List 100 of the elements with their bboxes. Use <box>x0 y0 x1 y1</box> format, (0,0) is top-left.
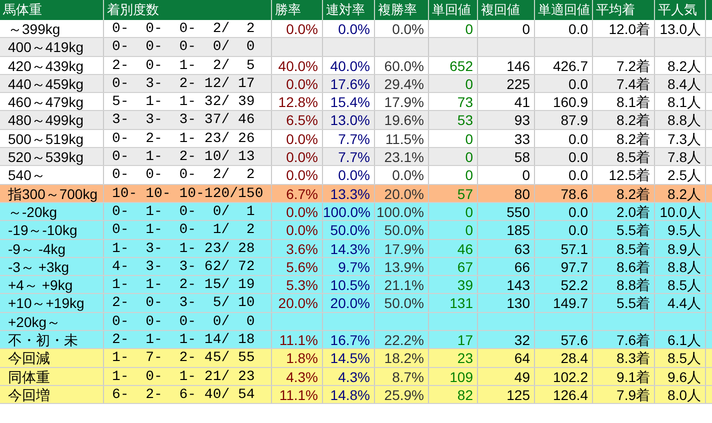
table-cell: 21.1% <box>375 276 429 294</box>
table-cell: 57.6 <box>535 331 593 348</box>
table-cell: 67 <box>429 258 478 276</box>
table-cell: 7.7% <box>323 130 375 148</box>
table-cell: 149.7 <box>535 294 593 312</box>
table-cell: 7.3人 <box>655 130 706 148</box>
table-cell: ～399kg <box>0 20 104 38</box>
table-cell: 16.7% <box>323 331 375 348</box>
table-cell: 0.0% <box>272 74 323 92</box>
table-cell: +10～+19kg <box>0 294 104 312</box>
table-cell: 500～519kg <box>0 130 104 148</box>
table-cell: 11.1% <box>272 331 323 348</box>
table-cell: 8.8人 <box>655 258 706 276</box>
table-cell: 0- 0- 0- 2/ 2 <box>104 20 272 38</box>
table-cell: 0.0 <box>535 130 593 148</box>
table-cell: 0- 0- 0- 0/ 0 <box>104 38 272 56</box>
table-cell: 8.2着 <box>593 130 655 148</box>
table-cell: 5.3% <box>272 276 323 294</box>
table-cell: 160.9 <box>535 93 593 110</box>
table-cell: 0.0% <box>272 166 323 184</box>
table-cell: 8.5人 <box>655 349 706 367</box>
table-cell: 15.4% <box>323 93 375 110</box>
table-cell: 23 <box>429 349 478 367</box>
table-cell: 5.6% <box>272 258 323 276</box>
table-cell: 2- 0- 1- 2/ 5 <box>104 56 272 74</box>
table-cell: 0.0% <box>272 202 323 220</box>
table-cell: 7.7% <box>323 148 375 166</box>
table-cell: 53 <box>429 111 478 129</box>
table-cell: 40.0% <box>272 56 323 74</box>
table-cell: -9～ -4kg <box>0 240 104 257</box>
table-cell: 2- 1- 1- 14/ 18 <box>104 331 272 348</box>
table-cell: 23.1% <box>375 148 429 166</box>
table-cell: 8.2人 <box>655 56 706 74</box>
table-cell: 今回増 <box>0 386 104 404</box>
table-cell: 1- 7- 2- 45/ 55 <box>104 349 272 367</box>
table-cell: 11.5% <box>375 130 429 148</box>
table-cell: 6.1人 <box>655 331 706 348</box>
table-cell: 100.0% <box>375 202 429 220</box>
table-cell: 8.8着 <box>593 276 655 294</box>
table-cell: 8.9人 <box>655 240 706 257</box>
table-cell: 3- 3- 3- 37/ 46 <box>104 111 272 129</box>
table-cell: 97.7 <box>535 258 593 276</box>
table-cell: 6.5% <box>272 111 323 129</box>
table-cell: 32 <box>478 331 535 348</box>
table-cell: 0- 1- 2- 10/ 13 <box>104 148 272 166</box>
table-cell: 1- 1- 2- 15/ 19 <box>104 276 272 294</box>
table-cell: 225 <box>478 74 535 92</box>
table-cell: 13.9% <box>375 258 429 276</box>
table-cell: 7.4着 <box>593 74 655 92</box>
table-cell: 0 <box>478 20 535 38</box>
table-cell: ～-20kg <box>0 202 104 220</box>
table-cell: 0 <box>429 166 478 184</box>
table-cell: 22.2% <box>375 331 429 348</box>
table-cell: 10.5% <box>323 276 375 294</box>
table-cell: -19～-10kg <box>0 221 104 239</box>
table-cell: 0 <box>429 202 478 220</box>
table-cell: 0.0 <box>535 221 593 239</box>
table-cell: 9.6人 <box>655 368 706 385</box>
table-cell: 4.3% <box>323 368 375 385</box>
table-cell: 14.3% <box>323 240 375 257</box>
table-cell: 8.1着 <box>593 93 655 110</box>
table-cell: 0 <box>429 74 478 92</box>
table-cell: 100.0% <box>323 202 375 220</box>
table-cell: 58 <box>478 148 535 166</box>
table-cell: 41 <box>478 93 535 110</box>
table-cell: 40.0% <box>323 56 375 74</box>
table-cell: 39 <box>429 276 478 294</box>
table-cell: 8.0人 <box>655 386 706 404</box>
table-cell: 4- 3- 3- 62/ 72 <box>104 258 272 276</box>
table-cell: 7.6着 <box>593 331 655 348</box>
table-cell: 0.0% <box>375 20 429 38</box>
table-cell: 5- 1- 1- 32/ 39 <box>104 93 272 110</box>
table-cell: 0 <box>429 148 478 166</box>
table-cell: 8.5着 <box>593 148 655 166</box>
table-cell: 12.8% <box>272 93 323 110</box>
table-cell: 0 <box>429 20 478 38</box>
table-cell: -3～ +3kg <box>0 258 104 276</box>
table-cell: 12.5着 <box>593 166 655 184</box>
table-cell: 0 <box>478 166 535 184</box>
table-cell: 今回減 <box>0 349 104 367</box>
table-cell: 8.1人 <box>655 93 706 110</box>
table-cell: 9.5人 <box>655 221 706 239</box>
table-cell: +4～ +9kg <box>0 276 104 294</box>
table-cell: 13.0% <box>323 111 375 129</box>
table-cell: 0- 1- 0- 1/ 2 <box>104 221 272 239</box>
table-cell: 1- 0- 1- 21/ 23 <box>104 368 272 385</box>
table-cell: 0.0% <box>375 166 429 184</box>
table-cell: 5.5着 <box>593 294 655 312</box>
table-cell: 0 <box>429 130 478 148</box>
table-cell: 93 <box>478 111 535 129</box>
table-cell: 52.2 <box>535 276 593 294</box>
table-cell: 540～ <box>0 166 104 184</box>
table-cell: 550 <box>478 202 535 220</box>
table-cell: 6.7% <box>272 184 323 202</box>
table-cell: 480～499kg <box>0 111 104 129</box>
table-cell: 8.2着 <box>593 111 655 129</box>
table-cell: 0- 1- 0- 0/ 1 <box>104 202 272 220</box>
table-cell: 7.9着 <box>593 386 655 404</box>
table-cell: 2.5人 <box>655 166 706 184</box>
table-cell: 18.2% <box>375 349 429 367</box>
